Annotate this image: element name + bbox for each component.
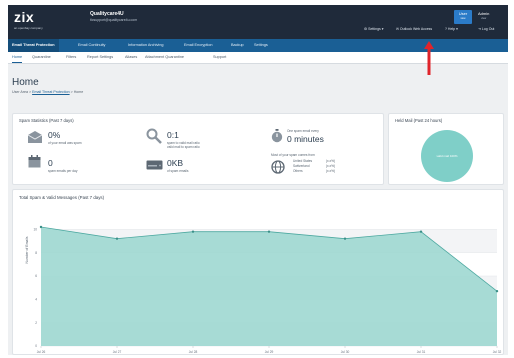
top-header: zix an openbay company Qualitycare4U tlc…: [8, 5, 508, 39]
subtab-aliases[interactable]: Aliases: [125, 52, 137, 63]
tab-email-continuity[interactable]: Email Continuity: [78, 39, 105, 52]
spam-ratio: 0:1: [167, 130, 179, 140]
page-title: Home: [12, 77, 39, 88]
spam-ratio-desc-2: valid mail to spam ratio: [167, 145, 200, 149]
chart-point: [343, 237, 347, 240]
chart-x-tick-label: Jul 31: [417, 350, 426, 354]
breadcrumb-link[interactable]: Email Threat Protection: [32, 90, 70, 94]
logout-link[interactable]: ⇥ Log Out: [478, 27, 494, 31]
country-0-pct: (x.x%): [326, 159, 336, 163]
chart-area-series-0: [41, 227, 497, 346]
tab-email-encryption[interactable]: Email Encryption: [184, 39, 213, 52]
country-2-pct: (x.x%): [326, 169, 336, 173]
stopwatch-icon: [271, 129, 283, 143]
chart-y-tick-label: 0: [35, 344, 37, 348]
chart-point: [419, 230, 423, 233]
chart-point: [39, 225, 43, 229]
user-view-button[interactable]: User view: [454, 10, 472, 24]
spam-per-day-desc: spam emails per day: [48, 169, 78, 173]
subtab-attachment-quarantine[interactable]: Attachment Quarantine: [145, 52, 184, 63]
spam-valid-chart-panel: Total Spam & Valid Messages (Past 7 days…: [12, 189, 504, 355]
chart-y-tick-label: 10: [33, 228, 37, 232]
subtab-home[interactable]: Home: [12, 52, 23, 63]
chart-marks: [39, 225, 499, 346]
help-link[interactable]: ? Help ▾: [445, 27, 458, 31]
chart-x-tick-label: Jul 29: [265, 350, 274, 354]
held-mail-title: Held Mail (Past 24 hours): [395, 118, 443, 123]
hard-drive-icon: [146, 160, 163, 170]
spam-every-label: One spam email every: [287, 129, 319, 133]
logo-subtitle: an openbay company: [14, 26, 43, 30]
breadcrumb: User Area > Email Threat Protection > Ho…: [12, 90, 84, 94]
tab-backup[interactable]: Backup: [231, 39, 244, 52]
chart-title: Total Spam & Valid Messages (Past 7 days…: [19, 195, 105, 200]
tab-settings[interactable]: Settings: [254, 39, 268, 52]
subtab-filters[interactable]: Filters: [66, 52, 76, 63]
panel-title: Spam Statistics (Past 7 days): [19, 118, 74, 123]
chart-x-tick-label: Jul 32: [493, 350, 502, 354]
tab-email-threat-protection[interactable]: Email Threat Protection: [8, 39, 59, 52]
held-mail-panel: Held Mail (Past 24 hours) valid mail 100…: [388, 113, 504, 185]
chart-y-tick-label: 8: [35, 251, 37, 255]
chart-y-axis-label: Number of Emails: [25, 236, 29, 263]
held-mail-pie: valid mail 100%: [421, 130, 473, 182]
country-0-name: United States: [293, 159, 313, 163]
chart-x-tick-label: Jul 28: [189, 350, 198, 354]
chart-point: [267, 230, 271, 233]
tab-information-archiving[interactable]: Information Archiving: [128, 39, 163, 52]
envelope-icon: [27, 131, 43, 143]
country-1-pct: (x.x%): [326, 164, 336, 168]
outlook-web-access-link[interactable]: ✉ Outlook Web Access: [396, 27, 432, 31]
held-mail-pie-label: valid mail 100%: [436, 154, 457, 158]
countries-title: Most of your spam comes from: [271, 153, 315, 157]
annotation-arrow-icon: [424, 41, 434, 75]
chart-point: [495, 289, 499, 293]
zix-logo[interactable]: zix: [14, 9, 34, 25]
settings-link[interactable]: ⚙ Settings ▾: [364, 27, 384, 31]
chart-point: [191, 230, 195, 233]
spam-every-value: 0 minutes: [287, 134, 324, 144]
chart-x-tick-label: Jul 30: [341, 350, 350, 354]
spam-statistics-panel: Spam Statistics (Past 7 days) 0% of your…: [12, 113, 384, 185]
admin-view-button[interactable]: Admin view: [478, 11, 489, 21]
chart-y-tick-label: 2: [35, 321, 37, 325]
subtab-support[interactable]: Support: [213, 52, 226, 63]
spam-percent-desc: of your email was spam: [48, 141, 82, 145]
country-1-name: Switzerland: [293, 164, 310, 168]
subtab-quarantine[interactable]: Quarantine: [32, 52, 51, 63]
calendar-icon: [28, 155, 41, 168]
globe-icon: [271, 160, 285, 174]
chart-y-tick-label: 6: [35, 274, 37, 278]
chart-x-tick-label: Jul 26: [37, 350, 46, 354]
org-email: tlcsupport@qualitycare4u.com: [90, 18, 138, 22]
spam-size-desc: of spam emails: [167, 169, 189, 173]
chart-y-tick-label: 4: [35, 298, 37, 302]
subtab-report-settings[interactable]: Report Settings: [87, 52, 113, 63]
chart-point: [115, 237, 119, 240]
screenshot-frame: zix an openbay company Qualitycare4U tlc…: [8, 5, 508, 355]
magnifier-icon: [146, 128, 162, 144]
spam-valid-chart: Total Spam & Valid Messages (Past 7 days…: [19, 195, 502, 354]
chart-x-tick-label: Jul 27: [113, 350, 122, 354]
spam-size: 0KB: [167, 158, 184, 168]
spam-per-day: 0: [48, 158, 53, 168]
country-2-name: Others: [293, 169, 303, 173]
org-name: Qualitycare4U: [90, 11, 124, 17]
spam-percent: 0%: [48, 130, 61, 140]
